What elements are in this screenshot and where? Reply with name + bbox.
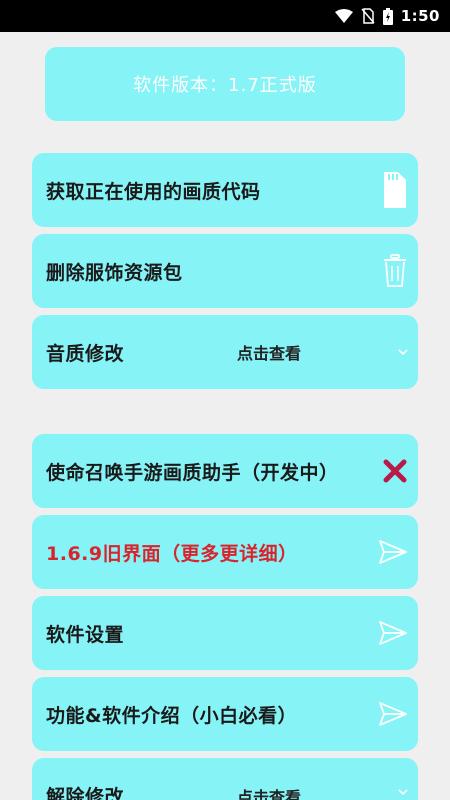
old-interface-button[interactable]: 1.6.9旧界面（更多更详细） xyxy=(32,515,418,589)
send-icon xyxy=(378,701,408,727)
menu-label: 解除修改 xyxy=(46,786,125,800)
sd-card-icon xyxy=(382,170,408,210)
menu-label: 功能&软件介绍（小白必看） xyxy=(46,704,298,727)
menu-label: 音质修改 xyxy=(46,342,125,365)
feature-intro-button[interactable]: 功能&软件介绍（小白必看） xyxy=(32,677,418,751)
send-icon xyxy=(378,620,408,646)
clock: 1:50 xyxy=(400,7,440,25)
menu-label: 软件设置 xyxy=(46,623,125,646)
menu-label: 获取正在使用的画质代码 xyxy=(46,180,261,203)
wifi-icon xyxy=(334,9,353,23)
dropdown-value: 点击查看 xyxy=(237,344,302,363)
get-quality-code-button[interactable]: 获取正在使用的画质代码 xyxy=(32,153,418,227)
battery-icon xyxy=(382,7,393,25)
undo-modification-dropdown[interactable]: 解除修改 点击查看 xyxy=(32,758,418,800)
version-text: 软件版本：1.7正式版 xyxy=(133,75,317,96)
no-sim-icon xyxy=(361,8,375,24)
dropdown-value: 点击查看 xyxy=(237,788,302,800)
version-banner: 软件版本：1.7正式版 xyxy=(45,47,405,121)
trash-icon xyxy=(382,254,408,288)
send-icon xyxy=(378,539,408,565)
menu-label: 1.6.9旧界面（更多更详细） xyxy=(46,542,298,565)
menu-label: 删除服饰资源包 xyxy=(46,261,183,284)
status-bar: 1:50 xyxy=(0,0,450,32)
audio-quality-dropdown[interactable]: 音质修改 点击查看 xyxy=(32,315,418,389)
chevron-down-icon xyxy=(398,788,408,796)
software-settings-button[interactable]: 软件设置 xyxy=(32,596,418,670)
close-icon xyxy=(382,458,408,484)
chevron-down-icon xyxy=(398,348,408,356)
cod-quality-helper-button[interactable]: 使命召唤手游画质助手（开发中） xyxy=(32,434,418,508)
menu-label: 使命召唤手游画质助手（开发中） xyxy=(46,461,339,484)
delete-costume-pack-button[interactable]: 删除服饰资源包 xyxy=(32,234,418,308)
